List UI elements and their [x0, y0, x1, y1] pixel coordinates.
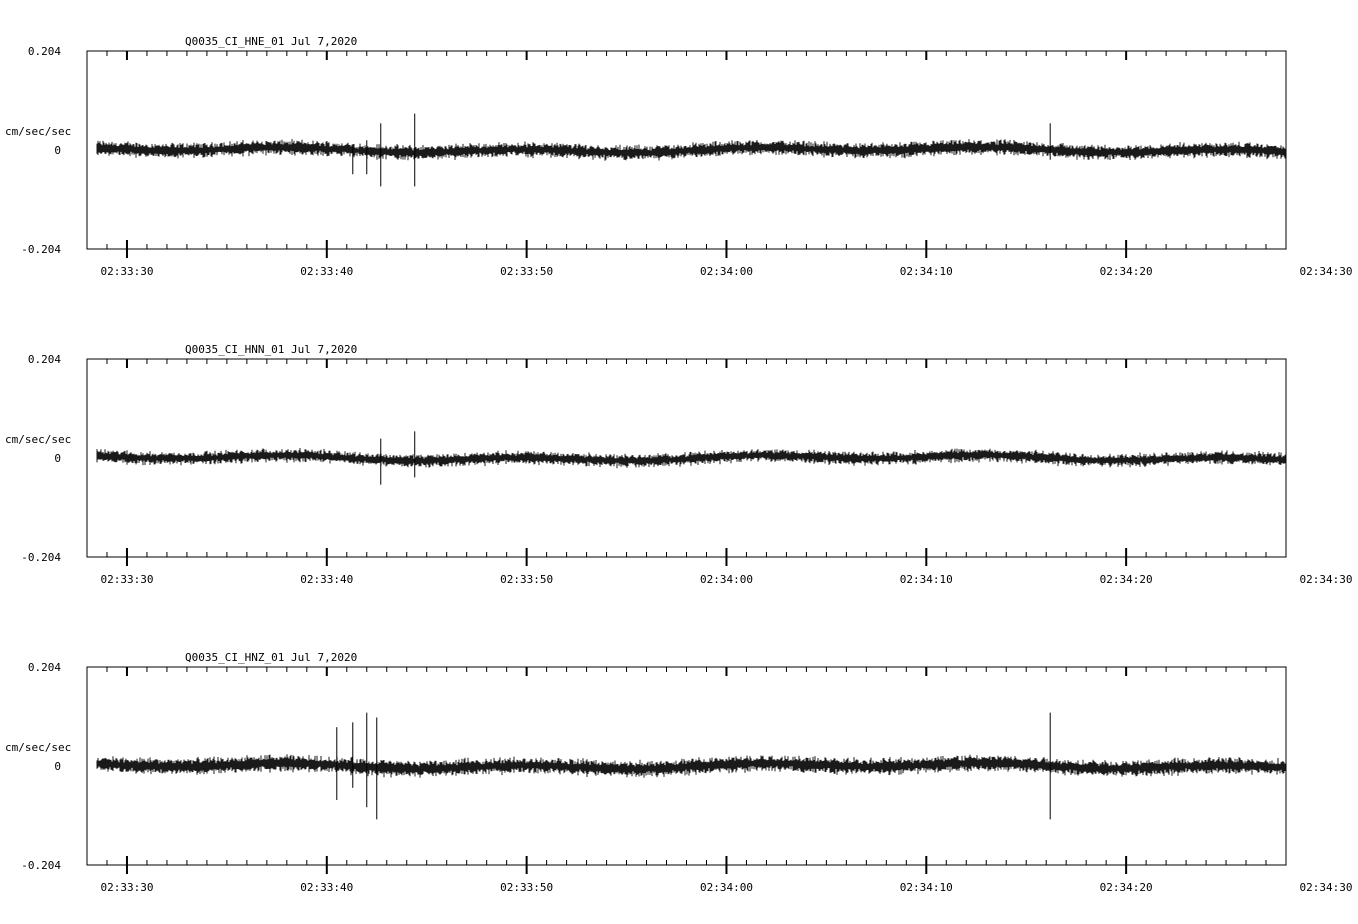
x-tick-label: 02:34:10	[900, 265, 953, 278]
y-axis-label: cm/sec/sec	[5, 433, 71, 446]
y-tick-label: 0	[54, 144, 61, 157]
x-tick-label: 02:33:40	[300, 265, 353, 278]
chart-title: Q0035_CI_HNN_01 Jul 7,2020	[185, 343, 357, 356]
y-tick-label: -0.204	[21, 243, 61, 256]
waveform-trace	[96, 139, 1286, 161]
x-tick-label: 02:34:00	[700, 265, 753, 278]
waveform-trace	[96, 448, 1286, 469]
y-tick-label: 0.204	[28, 661, 61, 674]
x-tick-label: 02:33:50	[500, 573, 553, 586]
x-tick-label: 02:33:40	[300, 573, 353, 586]
x-tick-label: 02:33:30	[100, 573, 153, 586]
x-tick-label: 02:34:20	[1100, 265, 1153, 278]
panel-1: Q0035_CI_HNE_01 Jul 7,2020 0.204 0 -0.204 cm…	[5, 35, 1352, 278]
x-tick-label: 02:33:50	[500, 265, 553, 278]
seismogram-figure: Q0035_CI_HNE_01 Jul 7,2020 0.204 0 -0.204 cm…	[5, 35, 1352, 894]
x-tick-label: 02:34:30	[1299, 573, 1352, 586]
x-tick-label: 02:34:30	[1299, 265, 1352, 278]
y-tick-label: -0.204	[21, 551, 61, 564]
x-tick-label: 02:33:50	[500, 881, 553, 894]
panel-3: Q0035_CI_HNZ_01 Jul 7,2020 0.204 0 -0.204 cm…	[5, 651, 1352, 894]
y-tick-label: 0.204	[28, 353, 61, 366]
x-tick-label: 02:34:20	[1100, 881, 1153, 894]
y-tick-label: 0	[54, 760, 61, 773]
y-tick-label: 0	[54, 452, 61, 465]
x-tick-label: 02:34:00	[700, 573, 753, 586]
chart-title: Q0035_CI_HNE_01 Jul 7,2020	[185, 35, 357, 48]
panel-2: Q0035_CI_HNN_01 Jul 7,2020 0.204 0 -0.204 cm…	[5, 343, 1352, 586]
y-tick-label: 0.204	[28, 45, 61, 58]
x-tick-label: 02:34:10	[900, 881, 953, 894]
x-tick-label: 02:34:20	[1100, 573, 1153, 586]
y-axis-label: cm/sec/sec	[5, 741, 71, 754]
x-tick-label: 02:33:30	[100, 265, 153, 278]
x-tick-label: 02:33:40	[300, 881, 353, 894]
x-tick-label: 02:33:30	[100, 881, 153, 894]
x-tick-label: 02:34:10	[900, 573, 953, 586]
waveform-trace	[96, 754, 1286, 778]
chart-title: Q0035_CI_HNZ_01 Jul 7,2020	[185, 651, 357, 664]
y-axis-label: cm/sec/sec	[5, 125, 71, 138]
y-tick-label: -0.204	[21, 859, 61, 872]
x-tick-label: 02:34:00	[700, 881, 753, 894]
x-tick-label: 02:34:30	[1299, 881, 1352, 894]
